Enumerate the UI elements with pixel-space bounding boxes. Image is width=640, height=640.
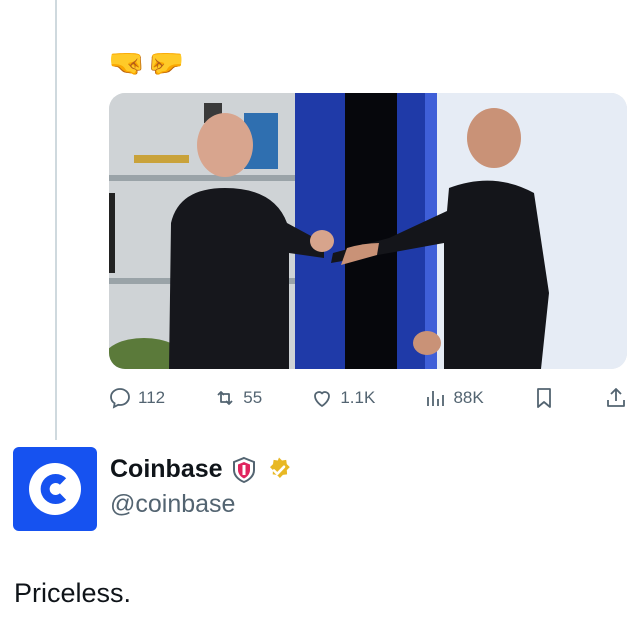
share-button[interactable] xyxy=(604,386,628,410)
verified-gold-icon[interactable] xyxy=(265,456,293,484)
analytics-icon xyxy=(427,391,445,406)
video-still-icon xyxy=(109,93,627,369)
share-icon xyxy=(607,388,625,407)
reply-icon xyxy=(110,388,130,409)
author-name-row: Coinbase xyxy=(110,455,293,484)
like-count: 1.1K xyxy=(340,388,376,407)
repost-icon xyxy=(217,391,233,405)
view-count: 88K xyxy=(453,388,484,407)
display-name[interactable]: Coinbase xyxy=(110,455,223,484)
handle[interactable]: @coinbase xyxy=(110,490,293,519)
thread-connector-line xyxy=(55,0,57,440)
repost-button[interactable]: 55 xyxy=(213,386,262,410)
shield-affiliate-icon[interactable] xyxy=(231,456,257,484)
reply-count: 112 xyxy=(138,388,166,407)
tweet-media-image[interactable] xyxy=(109,93,627,369)
bookmark-icon xyxy=(536,388,551,408)
views-button[interactable]: 88K xyxy=(423,386,484,410)
coinbase-logo-icon xyxy=(29,463,81,515)
tweet-action-bar: 112 55 1.1K 88K xyxy=(108,381,628,415)
tweet-author: Coinbase @coinbase xyxy=(13,447,293,531)
emoji-text: 🤜🤛 xyxy=(108,46,187,81)
tweet-text: Priceless. xyxy=(14,578,132,608)
avatar[interactable] xyxy=(13,447,97,531)
repost-count: 55 xyxy=(243,388,263,407)
author-names: Coinbase @coinbase xyxy=(110,455,293,519)
like-button[interactable]: 1.1K xyxy=(310,386,375,410)
bookmark-button[interactable] xyxy=(532,386,556,410)
reply-button[interactable]: 112 xyxy=(108,386,165,410)
heart-icon xyxy=(314,391,331,407)
